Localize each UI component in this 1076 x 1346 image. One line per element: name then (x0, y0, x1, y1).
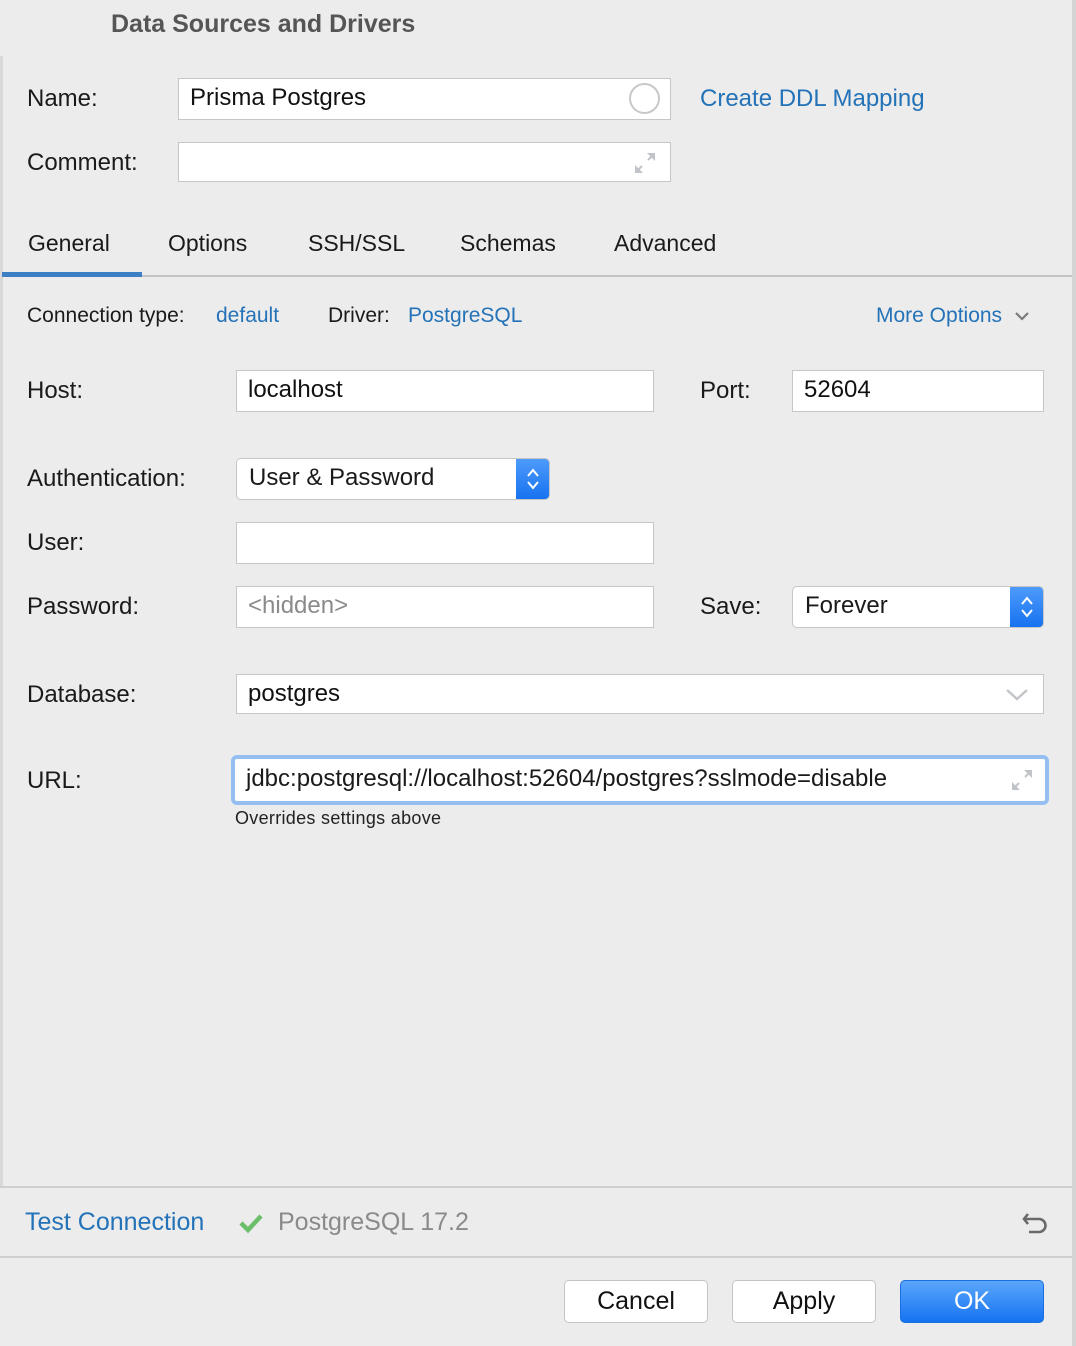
tab-schemas[interactable]: Schemas (460, 230, 556, 257)
undo-icon[interactable] (1020, 1208, 1050, 1238)
url-label: URL: (27, 767, 82, 794)
connection-status-text: PostgreSQL 17.2 (278, 1208, 469, 1236)
database-value: postgres (248, 680, 341, 707)
tab-bar: General Options SSH/SSL Schemas Advanced (0, 222, 1072, 278)
dialog-border (1072, 0, 1076, 1346)
connection-type-label: Connection type: (27, 304, 185, 327)
host-label: Host: (27, 377, 84, 404)
select-stepper-icon (516, 459, 549, 499)
tab-ssh-ssl[interactable]: SSH/SSL (308, 230, 405, 257)
select-stepper-icon (1010, 587, 1043, 627)
buttons-separator (0, 1256, 1072, 1258)
chevron-down-icon (1015, 312, 1029, 322)
tab-separator (2, 275, 1072, 277)
comment-label: Comment: (27, 149, 138, 176)
password-input[interactable]: <hidden> (236, 586, 654, 628)
host-input[interactable]: localhost (236, 370, 654, 412)
authentication-select[interactable]: User & Password (236, 458, 550, 500)
color-circle-icon[interactable] (629, 83, 660, 114)
chevron-down-icon[interactable] (1005, 688, 1029, 702)
save-value: Forever (805, 592, 888, 619)
password-placeholder: <hidden> (248, 592, 349, 619)
footer-separator (0, 1186, 1072, 1188)
driver-label: Driver: (328, 304, 390, 327)
port-label: Port: (700, 377, 751, 404)
url-hint: Overrides settings above (235, 808, 442, 828)
database-label: Database: (27, 681, 137, 708)
expand-icon[interactable] (632, 150, 658, 176)
tab-general[interactable]: General (28, 230, 110, 257)
port-value: 52604 (804, 376, 871, 403)
authentication-label: Authentication: (27, 465, 186, 492)
check-icon (239, 1214, 263, 1234)
expand-icon[interactable] (1009, 767, 1035, 793)
comment-input[interactable] (178, 142, 671, 182)
user-input[interactable] (236, 522, 654, 564)
save-label: Save: (700, 593, 762, 620)
more-options-label: More Options (876, 304, 1003, 327)
ok-button[interactable]: OK (900, 1280, 1044, 1323)
create-ddl-mapping-link[interactable]: Create DDL Mapping (700, 85, 925, 113)
tab-options[interactable]: Options (168, 230, 247, 257)
name-input[interactable]: Prisma Postgres (178, 78, 671, 120)
password-label: Password: (27, 593, 140, 620)
name-value: Prisma Postgres (190, 84, 367, 111)
name-label: Name: (27, 85, 98, 112)
tab-advanced[interactable]: Advanced (614, 230, 716, 257)
host-value: localhost (248, 376, 343, 403)
authentication-value: User & Password (249, 464, 435, 491)
test-connection-link[interactable]: Test Connection (25, 1208, 204, 1237)
cancel-button[interactable]: Cancel (564, 1280, 708, 1323)
connection-type-link[interactable]: default (216, 304, 279, 328)
more-options-link[interactable]: More Options (876, 304, 1030, 328)
url-value: jdbc:postgresql://localhost:52604/postgr… (246, 765, 888, 792)
data-sources-dialog: Data Sources and Drivers Name: Prisma Po… (0, 0, 1076, 1346)
url-input[interactable]: jdbc:postgresql://localhost:52604/postgr… (231, 755, 1049, 805)
driver-link[interactable]: PostgreSQL (408, 304, 522, 328)
active-tab-indicator (2, 272, 142, 277)
user-label: User: (27, 529, 85, 556)
apply-button[interactable]: Apply (732, 1280, 876, 1323)
save-select[interactable]: Forever (792, 586, 1044, 628)
dialog-title: Data Sources and Drivers (111, 10, 416, 38)
database-combobox[interactable]: postgres (236, 674, 1044, 714)
port-input[interactable]: 52604 (792, 370, 1044, 412)
